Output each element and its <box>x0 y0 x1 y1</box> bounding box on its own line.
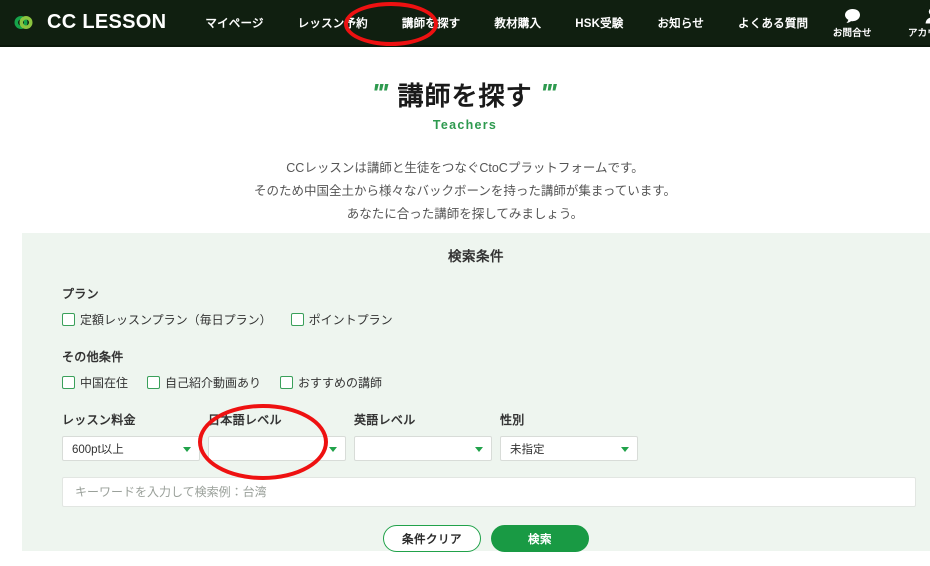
gender-label: 性別 <box>500 413 525 427</box>
filter-selects-row: レッスン料金 600pt以上 日本語レベル 英語レベル 性別 未指定 <box>62 411 910 461</box>
other-conditions-group-label: その他条件 <box>62 350 124 364</box>
english-level-select-cell: 英語レベル <box>354 411 492 461</box>
search-conditions-heading: 検索条件 <box>448 249 504 264</box>
gender-value: 未指定 <box>510 443 545 456</box>
search-actions-row: 条件クリア 検索 <box>62 525 910 552</box>
lesson-fee-select[interactable]: 600pt以上 <box>62 436 200 461</box>
logo[interactable]: CC LESSON <box>10 10 166 36</box>
other-conditions-checkbox-row: 中国在住 自己紹介動画あり おすすめの講師 <box>62 374 910 391</box>
description-line-2: そのため中国全土から様々なバックボーンを持った講師が集まっています。 <box>253 183 676 198</box>
english-level-label: 英語レベル <box>354 413 416 427</box>
logo-text: CC LESSON <box>47 11 167 33</box>
nav-item-faq[interactable]: よくある質問 <box>721 11 825 35</box>
japanese-level-select[interactable] <box>208 436 346 461</box>
chevron-down-icon <box>183 446 191 452</box>
plan-checkbox-row: 定額レッスンプラン（毎日プラン） ポイントプラン <box>62 311 910 328</box>
checkbox-label: 定額レッスンプラン（毎日プラン） <box>80 313 272 327</box>
checkbox-label: 自己紹介動画あり <box>165 376 262 390</box>
checkbox-monthly-plan[interactable]: 定額レッスンプラン（毎日プラン） <box>62 311 272 328</box>
search-button[interactable]: 検索 <box>491 525 589 552</box>
search-conditions-panel: 検索条件 プラン 定額レッスンプラン（毎日プラン） ポイントプラン その他条件 <box>22 233 930 552</box>
checkbox-recommended-teacher[interactable]: おすすめの講師 <box>280 374 382 391</box>
chevron-down-icon <box>621 446 629 452</box>
chevron-down-icon <box>475 446 483 452</box>
nav-item-materials[interactable]: 教材購入 <box>477 11 558 35</box>
clear-conditions-button[interactable]: 条件クリア <box>383 525 481 552</box>
english-level-select[interactable] <box>354 436 492 461</box>
checkbox-label: おすすめの講師 <box>298 376 383 390</box>
checkbox-box-icon[interactable] <box>62 376 75 389</box>
lesson-fee-select-cell: レッスン料金 600pt以上 <box>62 411 200 461</box>
checkbox-box-icon[interactable] <box>290 313 304 326</box>
nav-item-reserve[interactable]: レッスン予約 <box>281 11 385 35</box>
quote-left-icon: ‴ <box>374 78 388 109</box>
speech-bubble-icon <box>844 6 861 24</box>
japanese-level-select-cell: 日本語レベル <box>208 411 346 461</box>
page-subtitle: Teachers <box>432 117 498 132</box>
other-conditions-field-group: その他条件 中国在住 自己紹介動画あり おすすめの講師 <box>62 348 910 391</box>
chevron-down-icon <box>329 446 337 452</box>
description-line-1: CCレッスンは講師と生徒をつなぐCtoCプラットフォームです。 <box>286 160 644 175</box>
account-label: アカウント <box>907 28 930 39</box>
nav-item-hsk[interactable]: HSK受験 <box>558 11 640 35</box>
person-icon <box>924 6 930 24</box>
description-line-3: あなたに合った講師を探してみましょう。 <box>346 206 584 221</box>
nav-item-mypage[interactable]: マイページ <box>188 11 280 35</box>
checkbox-point-plan[interactable]: ポイントプラン <box>290 311 393 328</box>
checkbox-lives-in-china[interactable]: 中国在住 <box>62 374 128 391</box>
quote-right-icon: ‴ <box>542 78 556 109</box>
hero-title-block: ‴ 講師を探す ‴ Teachers <box>0 47 930 132</box>
japanese-level-label: 日本語レベル <box>208 413 282 427</box>
checkbox-label: 中国在住 <box>80 376 129 390</box>
nav-item-find-teacher[interactable]: 講師を探す <box>385 11 478 35</box>
header-actions: お問合せ アカウント <box>825 6 930 39</box>
hero-description: CCレッスンは講師と生徒をつなぐCtoCプラットフォームです。 そのため中国全土… <box>0 157 930 226</box>
plan-field-group: プラン 定額レッスンプラン（毎日プラン） ポイントプラン <box>62 285 910 328</box>
checkbox-box-icon[interactable] <box>280 376 294 389</box>
site-header: CC LESSON マイページ レッスン予約 講師を探す 教材購入 HSK受験 … <box>0 0 930 47</box>
lesson-fee-label: レッスン料金 <box>62 413 136 427</box>
plan-group-label: プラン <box>62 287 99 301</box>
gender-select-cell: 性別 未指定 <box>500 411 638 461</box>
gender-select[interactable]: 未指定 <box>500 436 638 461</box>
account-button[interactable]: アカウント <box>905 6 930 39</box>
interlocking-rings-logo-icon <box>10 10 40 36</box>
checkbox-box-icon[interactable] <box>62 313 75 326</box>
checkbox-label: ポイントプラン <box>308 313 393 327</box>
checkbox-has-intro-video[interactable]: 自己紹介動画あり <box>147 374 261 391</box>
main-nav: マイページ レッスン予約 講師を探す 教材購入 HSK受験 お知らせ よくある質… <box>188 11 825 35</box>
lesson-fee-value: 600pt以上 <box>72 443 124 456</box>
contact-button[interactable]: お問合せ <box>825 6 879 39</box>
page-title-text: 講師を探す <box>397 81 533 111</box>
checkbox-box-icon[interactable] <box>147 376 161 389</box>
nav-item-news[interactable]: お知らせ <box>640 11 721 35</box>
page-title: ‴ 講師を探す ‴ <box>0 78 930 111</box>
keyword-search-input[interactable] <box>62 477 916 507</box>
contact-label: お問合せ <box>832 28 872 39</box>
